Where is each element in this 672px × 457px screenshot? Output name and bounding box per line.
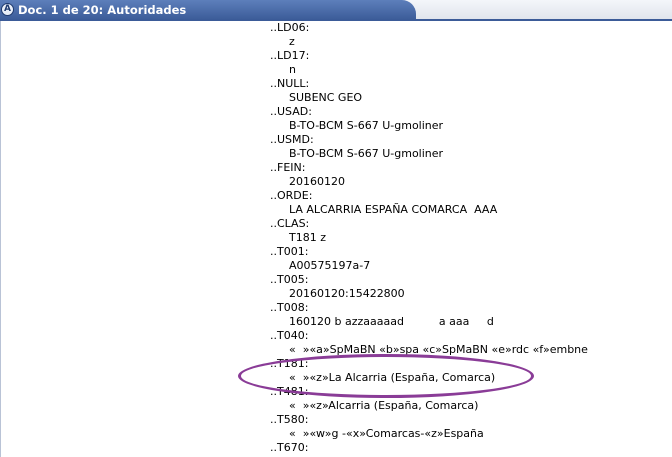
field-value: « »«a»SpMaBN «b»spa «c»SpMaBN «e»rdc «f»…: [289, 343, 588, 356]
field-value: « »«z»Alcarria (España, Comarca): [289, 399, 479, 412]
field-value: 20160120: [289, 175, 345, 188]
field-tag: ..ORDE:: [270, 189, 313, 202]
field-tag: ..LD17:: [270, 49, 310, 62]
field-value: « »«z»La Alcarria (España, Comarca): [289, 371, 496, 384]
field-value: B-TO-BCM S-667 U-gmoliner: [289, 119, 444, 132]
field-tag: ..T181:: [270, 357, 309, 370]
left-border: [0, 21, 1, 457]
field-value: 160120 b azzaaaaad a aaa d: [289, 315, 494, 328]
document-tab[interactable]: A Doc. 1 de 20: Autoridades: [0, 0, 416, 20]
field-value: 20160120:15422800: [289, 287, 405, 300]
document-icon: A: [1, 3, 14, 16]
field-value: n: [289, 63, 296, 76]
field-tag: ..T580:: [270, 413, 309, 426]
field-tag: ..USMD:: [270, 133, 314, 146]
field-value: « »«w»g -«x»Comarcas-«z»España: [289, 427, 484, 440]
field-value: z: [289, 35, 295, 48]
header-background: [400, 0, 672, 20]
field-tag: ..T008:: [270, 301, 309, 314]
field-tag: ..FEIN:: [270, 161, 306, 174]
field-tag: ..T670:: [270, 441, 309, 454]
document-header: A Doc. 1 de 20: Autoridades: [0, 0, 672, 22]
field-value: A00575197a-7: [289, 259, 371, 272]
field-value: LA ALCARRIA ESPAÑA COMARCA AAA: [289, 203, 498, 216]
field-value: T181 z: [289, 231, 326, 244]
field-tag: ..CLAS:: [270, 217, 310, 230]
record-list: ..LD06: z ..LD17: n ..NULL: SUBENC GEO ..USAD:…: [270, 21, 588, 455]
field-tag: ..NULL:: [270, 77, 310, 90]
field-tag: ..T481:: [270, 385, 309, 398]
field-tag: ..LD06:: [270, 21, 310, 34]
document-title: Doc. 1 de 20: Autoridades: [18, 3, 187, 17]
field-value: B-TO-BCM S-667 U-gmoliner: [289, 147, 444, 160]
field-tag: ..T040:: [270, 329, 309, 342]
field-tag: ..T005:: [270, 273, 309, 286]
field-value: SUBENC GEO: [289, 91, 363, 104]
field-tag: ..T001:: [270, 245, 309, 258]
field-tag: ..USAD:: [270, 105, 312, 118]
